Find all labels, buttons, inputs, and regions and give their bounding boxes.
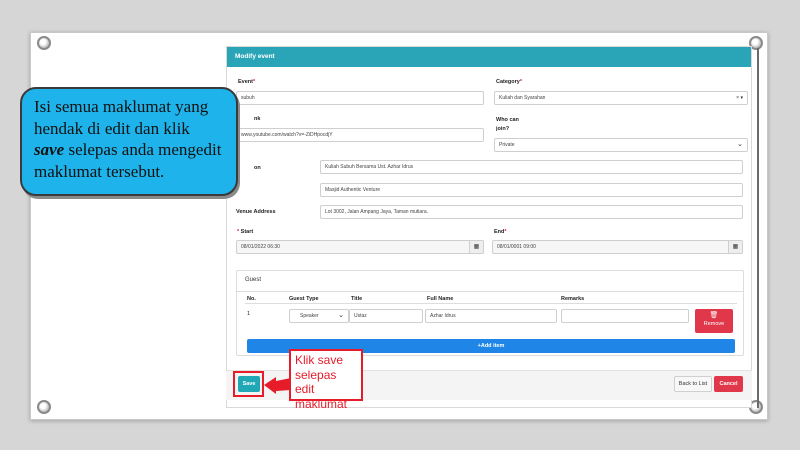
column-header-full-name: Full Name: [427, 296, 454, 302]
back-to-list-button[interactable]: Back to List: [674, 376, 712, 392]
column-header-guest-type: Guest Type: [289, 296, 319, 302]
panel-title: Modify event: [227, 47, 751, 67]
guest-full-name-input[interactable]: Azhar Idrus: [425, 309, 557, 323]
chevron-down-icon: ⌄: [338, 312, 344, 319]
remove-guest-button[interactable]: 🗑 Remove: [695, 309, 733, 333]
start-datetime-input[interactable]: 08/01/2022 06:30 ▦: [236, 240, 484, 254]
guest-divider: [237, 291, 743, 292]
guest-remarks-input[interactable]: [561, 309, 689, 323]
slide-ring-bottom-left: [37, 400, 51, 414]
organizer-input[interactable]: Masjid Authentic Venture: [320, 183, 743, 197]
slide-edge-line: [757, 48, 759, 408]
event-label: Event*: [238, 79, 256, 85]
trash-icon: 🗑: [709, 312, 719, 319]
instruction-callout: Isi semua maklumat yang hendak di edit d…: [20, 87, 238, 196]
guest-section: Guest No. Guest Type Title Full Name Rem…: [236, 270, 744, 356]
link-label: nk: [254, 116, 261, 122]
who-can-join-select[interactable]: Private ⌄: [494, 138, 748, 152]
callout-emphasis: save: [34, 140, 65, 159]
guest-type-select[interactable]: Speaker ⌄: [289, 309, 349, 323]
guest-title-input[interactable]: Ustaz: [349, 309, 423, 323]
calendar-icon[interactable]: ▦: [728, 241, 742, 253]
table-header-divider: [245, 303, 737, 304]
cancel-button[interactable]: Cancel: [714, 376, 743, 392]
column-header-remarks: Remarks: [561, 296, 585, 302]
venue-input[interactable]: Lot 3002, Jalan Ampang Jaya, Taman mutia…: [320, 205, 743, 219]
who-can-join-label: Who can join?: [496, 117, 519, 132]
clear-chevron-icon[interactable]: × ▾: [736, 92, 743, 104]
calendar-icon[interactable]: ▦: [469, 241, 483, 253]
start-label: * Start: [237, 229, 254, 235]
category-label: Category*: [496, 79, 522, 85]
guest-row-no: 1: [247, 311, 251, 317]
column-header-no: No.: [247, 296, 256, 302]
slide-ring-top-left: [37, 36, 51, 50]
chevron-down-icon: ⌄: [737, 141, 743, 148]
end-datetime-input[interactable]: 08/01/0001 09:00 ▦: [492, 240, 743, 254]
column-header-title: Title: [351, 296, 363, 302]
save-button-highlight: [233, 371, 264, 397]
category-select[interactable]: Kuliah dan Syarahan × ▾: [494, 91, 748, 105]
description-label: on: [254, 165, 261, 171]
save-hint-callout: Klik save selepas edit maklumat: [289, 349, 363, 411]
description-input[interactable]: Kuliah Subuh Bersama Ust. Azhar Idrus: [320, 160, 743, 174]
guest-title: Guest: [245, 277, 262, 283]
venue-label: Venue Address: [236, 209, 276, 215]
link-input[interactable]: www.youtube.com/watch?v=-ZiDHpocdjY: [236, 128, 484, 142]
event-input[interactable]: subuh: [236, 91, 484, 105]
end-label: End*: [494, 229, 507, 235]
